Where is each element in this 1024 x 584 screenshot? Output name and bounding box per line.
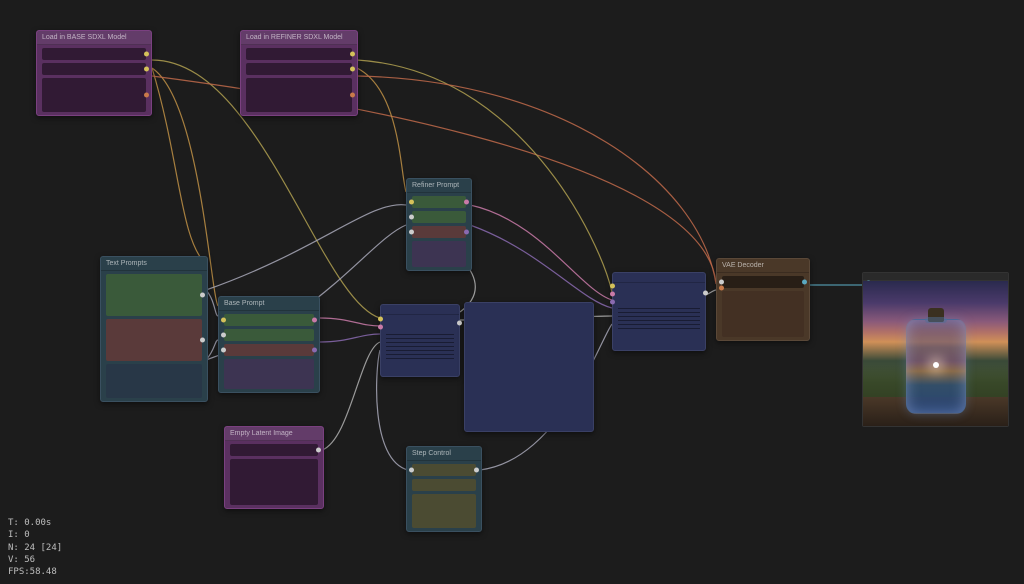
node-load-refiner-model[interactable]: Load in REFINER SDXL Model: [240, 30, 358, 116]
node-ksampler-refiner[interactable]: [612, 272, 706, 351]
node-title: VAE Decoder: [717, 259, 809, 273]
input-latent: [722, 276, 804, 288]
cond-extra: [224, 359, 314, 389]
node-image-preview[interactable]: [862, 272, 1009, 427]
node-refiner-prompt[interactable]: Refiner Prompt: [406, 178, 472, 271]
node-title: Load in BASE SDXL Model: [37, 31, 151, 45]
node-base-prompt[interactable]: Base Prompt: [218, 296, 320, 393]
node-title: Step Control: [407, 447, 481, 461]
cond-positive-2: [224, 329, 314, 341]
stat-fps: FPS:58.48: [8, 566, 62, 578]
cond-negative: [412, 226, 466, 238]
cond-positive: [224, 314, 314, 326]
output-clip: [42, 63, 146, 75]
node-ksampler-latent[interactable]: [464, 302, 594, 432]
cond-positive-2: [412, 211, 466, 223]
prompt-extra: [106, 364, 202, 398]
preview-image: [863, 281, 1008, 426]
latent-settings[interactable]: [230, 459, 318, 505]
preview-header[interactable]: [863, 273, 1008, 281]
node-load-base-model[interactable]: Load in BASE SDXL Model: [36, 30, 152, 116]
sampler-params[interactable]: [381, 331, 459, 376]
end-field[interactable]: [412, 494, 476, 528]
output-model: [246, 48, 352, 60]
negative-prompt-field[interactable]: [106, 319, 202, 361]
node-title: Load in REFINER SDXL Model: [241, 31, 357, 45]
node-title: Text Prompts: [101, 257, 207, 271]
node-title: [613, 273, 705, 283]
node-title: Empty Latent Image: [225, 427, 323, 441]
node-text-prompts[interactable]: Text Prompts: [100, 256, 208, 402]
node-step-control[interactable]: Step Control: [406, 446, 482, 532]
output-model: [42, 48, 146, 60]
node-title: [381, 305, 459, 315]
stat-iterations: I: 0: [8, 529, 62, 541]
node-empty-latent[interactable]: Empty Latent Image: [224, 426, 324, 509]
stat-nodes: N: 24 [24]: [8, 542, 62, 554]
latent-width[interactable]: [230, 444, 318, 456]
output-vae: [246, 78, 352, 112]
node-title: Refiner Prompt: [407, 179, 471, 193]
cond-positive: [412, 196, 466, 208]
output-vae: [42, 78, 146, 112]
decoded-image: [722, 291, 804, 337]
start-field[interactable]: [412, 479, 476, 491]
cond-extra: [412, 241, 466, 267]
steps-field[interactable]: [412, 464, 476, 476]
node-vae-decoder[interactable]: VAE Decoder: [716, 258, 810, 341]
stat-time: T: 0.00s: [8, 517, 62, 529]
cond-negative: [224, 344, 314, 356]
node-ksampler-base[interactable]: [380, 304, 460, 377]
output-clip: [246, 63, 352, 75]
sampler-params[interactable]: [613, 305, 705, 350]
node-title: Base Prompt: [219, 297, 319, 311]
node-graph-canvas[interactable]: Load in BASE SDXL Model Load in REFINER …: [0, 0, 1024, 584]
positive-prompt-field[interactable]: [106, 274, 202, 316]
perf-stats: T: 0.00s I: 0 N: 24 [24] V: 56 FPS:58.48: [8, 517, 62, 578]
stat-visible: V: 56: [8, 554, 62, 566]
